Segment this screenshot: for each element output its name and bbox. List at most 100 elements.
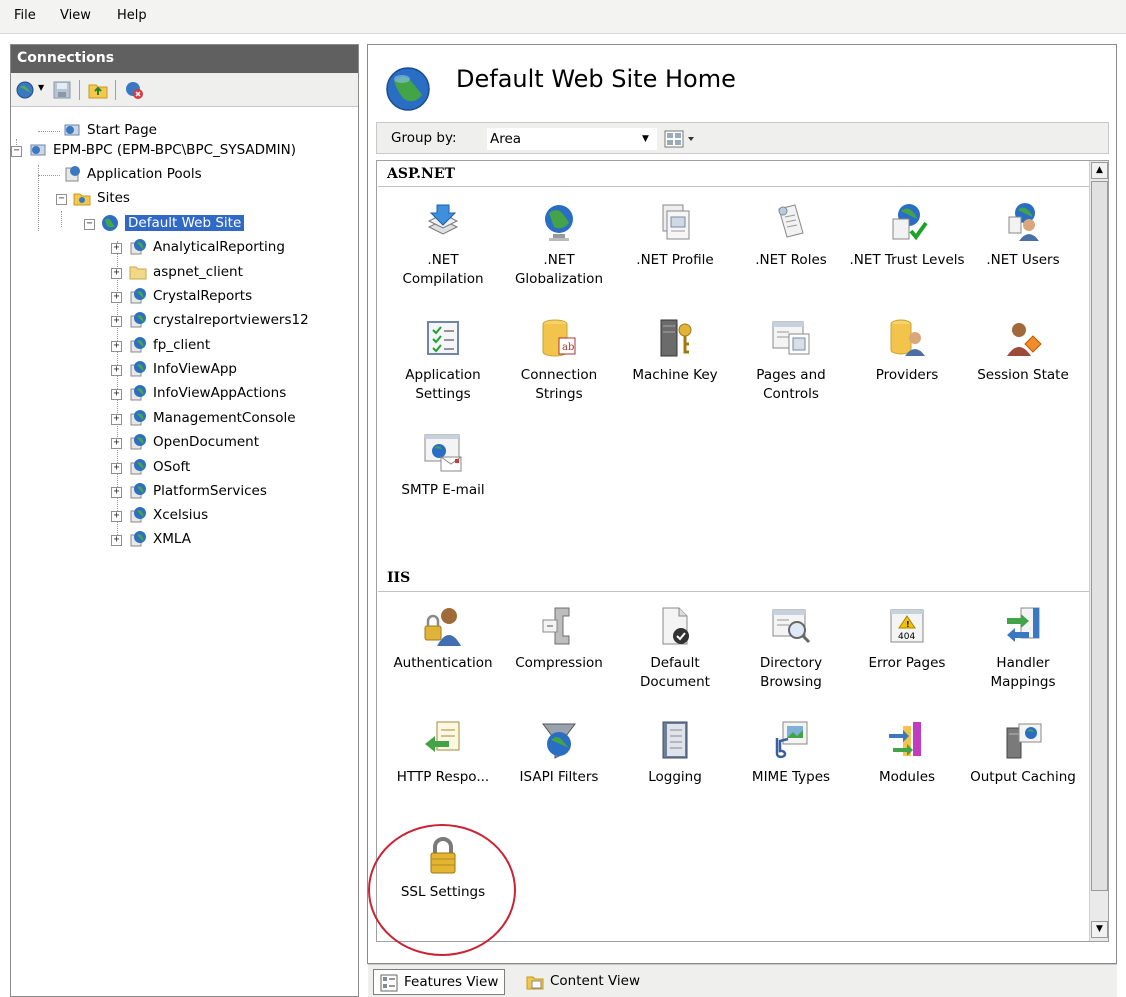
- feature-connection-strings[interactable]: ab Connection Strings: [501, 316, 617, 404]
- feature-mime-types[interactable]: MIME Types: [733, 718, 849, 787]
- tree-item-site[interactable]: PlatformServices: [129, 482, 267, 504]
- menu-file[interactable]: File: [14, 8, 36, 23]
- connections-toolbar: ▼: [11, 73, 358, 107]
- tree-item-site[interactable]: fp_client: [129, 336, 210, 358]
- tree-expander[interactable]: +: [111, 414, 122, 425]
- tree-expander[interactable]: +: [111, 268, 122, 279]
- tree-item-site[interactable]: OpenDocument: [129, 433, 259, 455]
- features-list: ASP.NET .NET Compilation .NET Globalizat…: [376, 160, 1109, 942]
- scrollbar-thumb[interactable]: [1091, 181, 1108, 891]
- handler-mappings-icon: [1007, 607, 1040, 642]
- app-globe-icon: [130, 385, 146, 401]
- tree-item-default-web-site[interactable]: Default Web Site: [101, 214, 245, 236]
- up-folder-icon[interactable]: [87, 79, 109, 101]
- machine-key-icon: [660, 319, 692, 357]
- tree-item-site[interactable]: InfoViewAppActions: [129, 384, 286, 406]
- feature-net-trust-levels[interactable]: .NET Trust Levels: [849, 201, 965, 270]
- tree-expander[interactable]: −: [84, 219, 95, 230]
- feature-smtp-email[interactable]: SMTP E-mail: [385, 431, 501, 500]
- feature-isapi-filters[interactable]: ISAPI Filters: [501, 718, 617, 787]
- feature-error-pages[interactable]: ! 404 Error Pages: [849, 604, 965, 673]
- tree-item-site[interactable]: InfoViewApp: [129, 360, 237, 382]
- tree-expander[interactable]: +: [111, 487, 122, 498]
- disconnect-icon[interactable]: [123, 79, 145, 101]
- tree-item-site[interactable]: AnalyticalReporting: [129, 238, 285, 260]
- tree-item-start-page[interactable]: Start Page: [63, 121, 157, 143]
- feature-directory-browsing[interactable]: Directory Browsing: [733, 604, 849, 692]
- scroll-up-icon[interactable]: ▲: [1091, 162, 1108, 179]
- feature-handler-mappings[interactable]: Handler Mappings: [965, 604, 1081, 692]
- tab-features-view[interactable]: Features View: [373, 969, 506, 995]
- tree-expander[interactable]: +: [111, 535, 122, 546]
- tree-item-sites[interactable]: Sites: [73, 189, 130, 211]
- feature-session-state[interactable]: Session State: [965, 316, 1081, 385]
- tree-expander[interactable]: −: [56, 194, 67, 205]
- folder-icon: [129, 266, 147, 280]
- dropdown-arrow-icon[interactable]: ▼: [38, 83, 44, 92]
- feature-ssl-settings[interactable]: SSL Settings: [385, 833, 501, 902]
- tree-expander[interactable]: −: [11, 146, 22, 157]
- compression-icon: [542, 607, 570, 645]
- save-icon[interactable]: [51, 79, 73, 101]
- svg-text:!: !: [906, 620, 910, 629]
- view-mode-icon[interactable]: [662, 128, 702, 150]
- section-divider: [378, 186, 1089, 187]
- feature-compression[interactable]: Compression: [501, 604, 617, 673]
- feature-output-caching[interactable]: Output Caching: [965, 718, 1081, 787]
- tree-expander[interactable]: +: [111, 438, 122, 449]
- feature-machine-key[interactable]: Machine Key: [617, 316, 733, 385]
- tree-item-site[interactable]: CrystalReports: [129, 287, 252, 309]
- tree-expander[interactable]: +: [111, 365, 122, 376]
- menu-help[interactable]: Help: [117, 8, 147, 23]
- tree-item-site[interactable]: crystalreportviewers12: [129, 311, 309, 333]
- tree-item-site[interactable]: OSoft: [129, 458, 190, 480]
- tree-item-site[interactable]: Xcelsius: [129, 506, 208, 528]
- app-globe-icon: [130, 459, 146, 475]
- feature-providers[interactable]: Providers: [849, 316, 965, 385]
- isapi-filters-icon: [542, 723, 576, 759]
- tree-expander[interactable]: +: [111, 389, 122, 400]
- feature-authentication[interactable]: Authentication: [385, 604, 501, 673]
- feature-net-roles[interactable]: .NET Roles: [733, 201, 849, 270]
- tree-expander[interactable]: +: [111, 316, 122, 327]
- feature-modules[interactable]: Modules: [849, 718, 965, 787]
- feature-net-globalization[interactable]: .NET Globalization: [501, 201, 617, 289]
- application-settings-icon: [427, 321, 459, 355]
- connect-globe-icon[interactable]: [15, 79, 37, 101]
- vertical-scrollbar[interactable]: ▲ ▼: [1089, 161, 1108, 941]
- menu-view[interactable]: View: [60, 8, 91, 23]
- feature-pages-controls[interactable]: Pages and Controls: [733, 316, 849, 404]
- connections-pane: Connections ▼ Start Page − EPM-BPC (EPM-…: [10, 44, 359, 997]
- net-compilation-icon: [427, 204, 459, 235]
- feature-logging[interactable]: Logging: [617, 718, 733, 787]
- tree-item-server[interactable]: EPM-BPC (EPM-BPC\BPC_SYSADMIN): [29, 141, 296, 163]
- feature-http-response[interactable]: HTTP Respo...: [385, 718, 501, 787]
- tree-item-site[interactable]: XMLA: [129, 530, 191, 552]
- toolbar-separator: [115, 80, 116, 100]
- directory-browsing-icon: [772, 609, 811, 644]
- feature-net-profile[interactable]: .NET Profile: [617, 201, 733, 270]
- server-icon: [30, 144, 46, 156]
- connection-strings-icon: ab: [542, 319, 576, 357]
- tree-expander[interactable]: +: [111, 511, 122, 522]
- feature-default-document[interactable]: Default Document: [617, 604, 733, 692]
- feature-application-settings[interactable]: Application Settings: [385, 316, 501, 404]
- tree-expander[interactable]: +: [111, 463, 122, 474]
- feature-net-compilation[interactable]: .NET Compilation: [385, 201, 501, 289]
- scroll-down-icon[interactable]: ▼: [1091, 921, 1108, 938]
- tree-expander[interactable]: +: [111, 292, 122, 303]
- providers-icon: [890, 319, 925, 356]
- group-by-select[interactable]: Area: [487, 128, 657, 150]
- tab-content-view[interactable]: Content View: [520, 969, 646, 995]
- feature-net-users[interactable]: .NET Users: [965, 201, 1081, 270]
- logging-icon: [662, 721, 688, 759]
- app-globe-icon: [130, 410, 146, 426]
- server-icon: [64, 124, 80, 136]
- tree-item-application-pools[interactable]: Application Pools: [63, 165, 202, 187]
- chevron-down-icon[interactable]: ▼: [642, 134, 649, 144]
- tree-expander[interactable]: +: [111, 243, 122, 254]
- tree-item-site[interactable]: ManagementConsole: [129, 409, 296, 431]
- tree-expander[interactable]: +: [111, 341, 122, 352]
- tree-item-site[interactable]: aspnet_client: [129, 263, 243, 285]
- ssl-settings-icon: [430, 837, 456, 874]
